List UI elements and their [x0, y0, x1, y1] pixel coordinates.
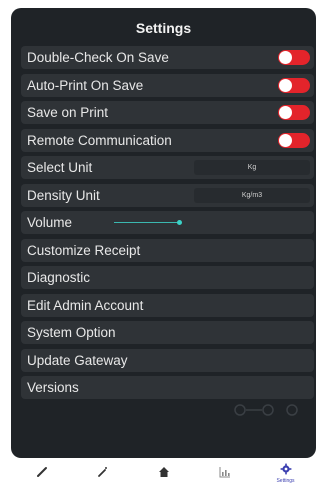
tab-magic-wand[interactable]	[83, 460, 123, 490]
volume-slider-thumb[interactable]	[177, 220, 182, 225]
select-unit-row: Select Unit Kg	[21, 156, 314, 179]
save-on-print-row[interactable]: Save on Print	[21, 101, 314, 124]
double-check-on-save-toggle[interactable]	[278, 50, 310, 65]
menu-item-versions[interactable]: Versions	[21, 376, 314, 399]
auto-print-on-save-toggle[interactable]	[278, 77, 310, 93]
auto-print-on-save-row[interactable]: Auto-Print On Save	[21, 73, 314, 97]
toggle-knob	[279, 78, 292, 92]
save-on-print-toggle[interactable]	[278, 105, 310, 120]
menu-item-edit-admin-account[interactable]: Edit Admin Account	[21, 293, 314, 317]
tab-pencil[interactable]	[22, 460, 62, 490]
menu-item-label: System Option	[27, 325, 116, 340]
toggle-knob	[279, 133, 292, 147]
remote-communication-row[interactable]: Remote Communication	[21, 128, 314, 152]
menu-item-label: Customize Receipt	[27, 242, 141, 258]
bottom-tab-bar: Settings	[11, 458, 316, 491]
row-label: Double-Check On Save	[27, 50, 169, 65]
menu-item-label: Update Gateway	[27, 352, 128, 368]
menu-item-system-option[interactable]: System Option	[21, 321, 314, 344]
menu-item-update-gateway[interactable]: Update Gateway	[21, 348, 314, 372]
settings-list: Double-Check On Save Auto-Print On Save …	[21, 46, 314, 404]
tab-settings[interactable]: Settings	[266, 460, 306, 490]
toggle-knob	[279, 106, 292, 119]
remote-communication-toggle[interactable]	[278, 132, 310, 148]
home-icon	[158, 466, 169, 477]
pencil-icon	[36, 466, 47, 477]
row-label: Select Unit	[27, 160, 93, 175]
volume-slider-track[interactable]	[114, 222, 180, 223]
menu-item-label: Versions	[27, 380, 79, 395]
volume-row: Volume	[21, 211, 314, 234]
toggle-knob	[279, 51, 292, 64]
tab-chart[interactable]	[205, 460, 245, 490]
chart-icon	[219, 466, 230, 477]
density-unit-row: Density Unit Kg/m3	[21, 183, 314, 207]
row-label: Volume	[27, 215, 73, 230]
double-check-on-save-row[interactable]: Double-Check On Save	[21, 46, 314, 69]
magic-wand-icon	[97, 466, 107, 477]
menu-item-label: Edit Admin Account	[27, 297, 144, 313]
menu-item-customize-receipt[interactable]: Customize Receipt	[21, 238, 314, 262]
page-title: Settings	[135, 20, 192, 36]
settings-screen: Settings Double-Check On Save Auto-Print…	[11, 8, 316, 458]
tab-label: Settings	[276, 477, 295, 484]
gear-icon	[280, 463, 291, 474]
row-label: Density Unit	[27, 187, 100, 203]
row-label: Remote Communication	[27, 132, 172, 148]
background-pattern	[234, 404, 298, 416]
row-label: Auto-Print On Save	[27, 77, 144, 93]
tab-home[interactable]	[144, 460, 184, 490]
menu-item-label: Diagnostic	[27, 270, 91, 285]
density-unit-dropdown[interactable]: Kg/m3	[194, 187, 310, 203]
row-label: Save on Print	[27, 105, 109, 120]
select-unit-dropdown[interactable]: Kg	[194, 160, 310, 175]
menu-item-diagnostic[interactable]: Diagnostic	[21, 266, 314, 289]
